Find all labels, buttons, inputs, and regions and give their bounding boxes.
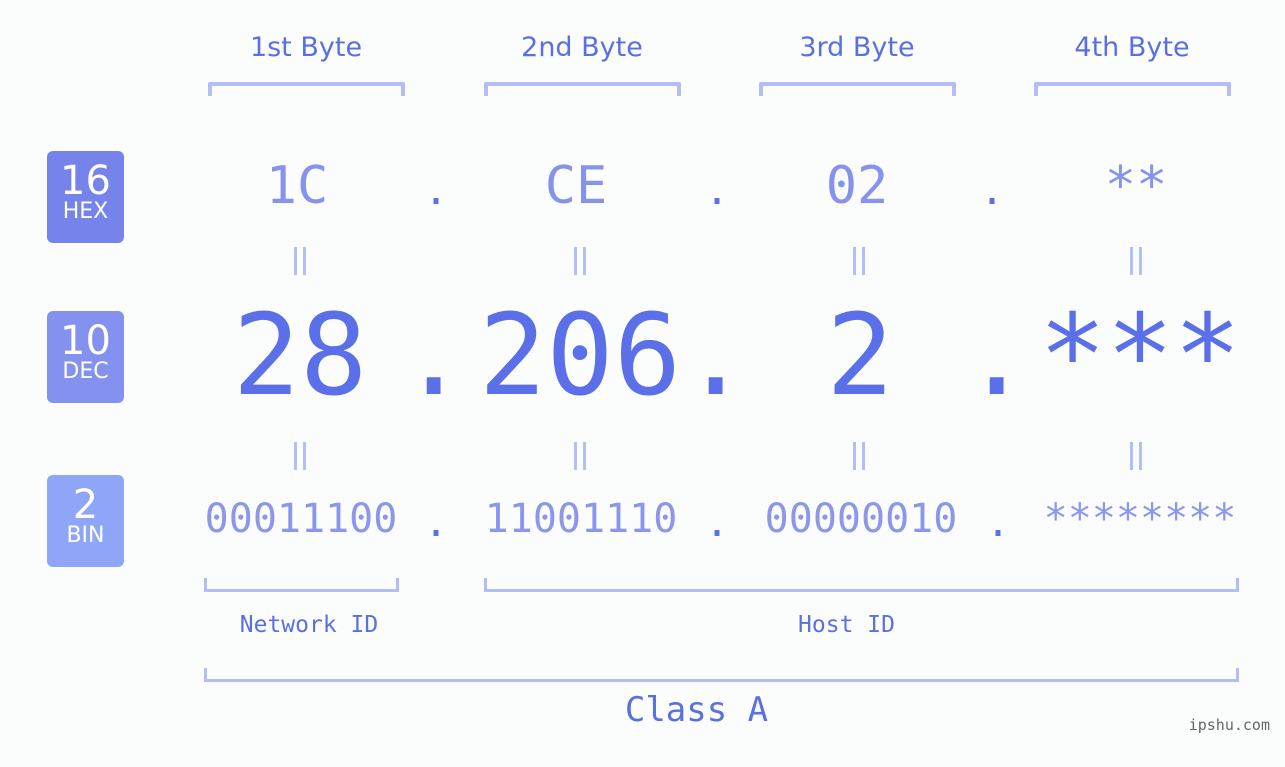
hex-byte-1: 1C [265,156,329,216]
byte-bracket-4 [1034,82,1231,96]
dec-badge-base: 10 [60,318,111,364]
network-id-label: Network ID [239,612,379,638]
equals-icon [1121,442,1151,474]
brand-watermark: ipshu.com [1188,716,1270,734]
class-label: Class A [624,690,769,730]
host-id-label: Host ID [798,612,895,638]
equals-icon [844,442,874,474]
host-id-bracket [484,578,1239,592]
byte-label-3: 3rd Byte [799,32,915,63]
dec-badge-label: DEC [62,359,109,384]
byte-bracket-3 [759,82,956,96]
bin-byte-3: 00000010 [764,496,958,542]
bin-badge: 2 BIN [47,475,124,567]
equals-icon [565,247,595,279]
dec-separator-1: . [400,291,468,421]
equals-icon [844,247,874,279]
dec-byte-2: 206 [478,291,682,421]
bin-byte-2: 11001110 [484,496,678,542]
byte-label-4: 4th Byte [1074,32,1190,63]
bin-separator-1: . [424,500,449,546]
hex-byte-2: CE [544,156,608,216]
hex-badge: 16 HEX [47,151,124,243]
dec-byte-3: 2 [826,291,894,421]
dec-badge: 10 DEC [47,311,124,403]
bin-separator-3: . [986,500,1011,546]
equals-icon [565,442,595,474]
network-id-bracket [204,578,399,592]
dec-byte-4: *** [1038,291,1242,421]
bin-byte-4: ******** [1043,496,1237,542]
bin-byte-1: 00011100 [204,496,398,542]
dec-byte-1: 28 [232,291,368,421]
equals-icon [1121,247,1151,279]
byte-bracket-2 [484,82,681,96]
bin-badge-base: 2 [72,482,99,528]
equals-icon [285,442,315,474]
hex-byte-4: ** [1104,156,1168,216]
bin-badge-label: BIN [66,523,105,548]
equals-icon [285,247,315,279]
hex-byte-3: 02 [825,156,889,216]
hex-separator-2: . [705,168,730,214]
class-bracket [204,668,1239,682]
byte-label-2: 2nd Byte [521,32,643,63]
hex-badge-base: 16 [60,158,111,204]
byte-bracket-1 [208,82,405,96]
hex-badge-label: HEX [62,199,109,224]
hex-separator-1: . [424,168,449,214]
byte-label-1: 1st Byte [249,32,363,63]
hex-separator-3: . [980,168,1005,214]
bin-separator-2: . [705,500,730,546]
